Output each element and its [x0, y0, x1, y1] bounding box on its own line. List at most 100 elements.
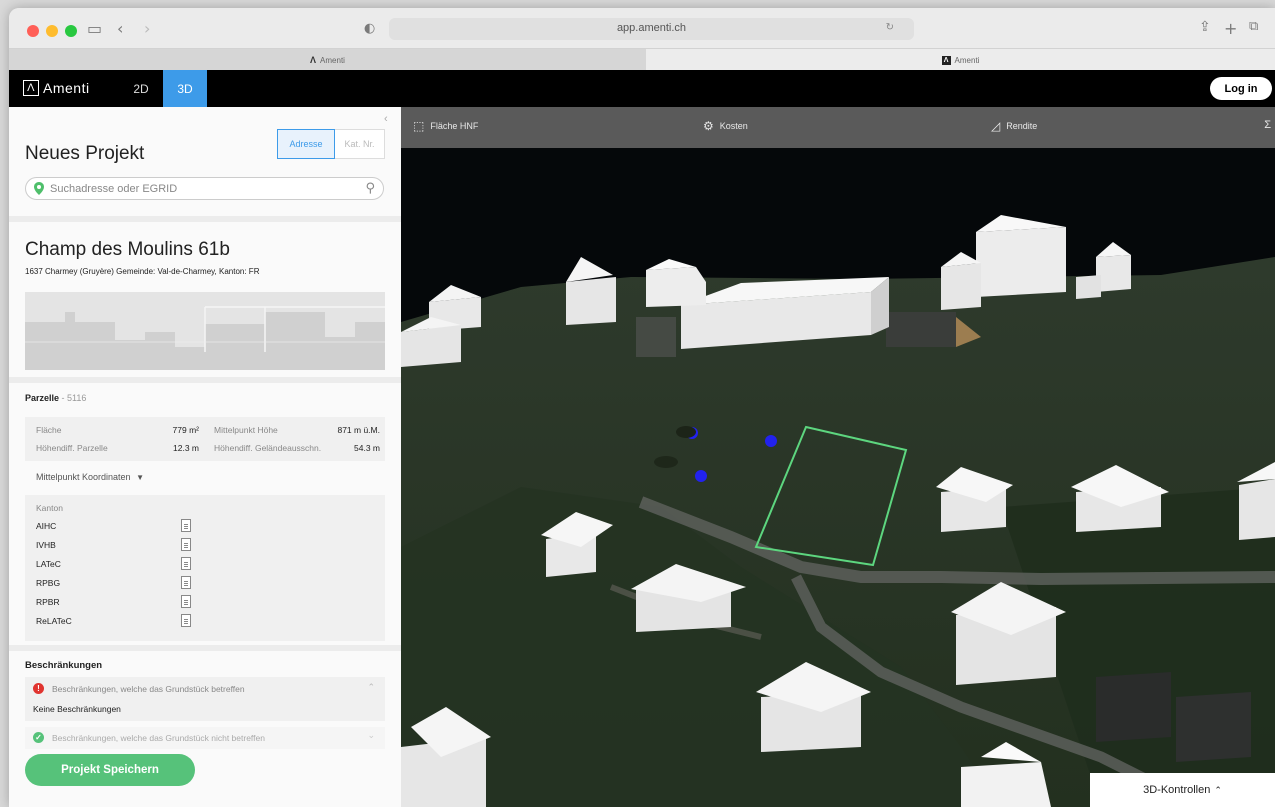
chevron-down-icon[interactable]: ⌄: [367, 730, 375, 741]
coordinates-toggle[interactable]: Mittelpunkt Koordinaten ▼: [36, 472, 144, 482]
browser-tab[interactable]: Λ Amenti: [646, 49, 1275, 71]
address-bar[interactable]: app.amenti.ch ↻: [389, 18, 914, 40]
toolbar-yield[interactable]: ◿ Rendite: [991, 119, 1037, 133]
address-search: ⚲: [25, 177, 384, 200]
area-icon: ⬚: [413, 119, 425, 133]
document-name: LATeC: [36, 559, 61, 569]
stat-label: Höhendiff. Geländeausschn.: [214, 443, 322, 453]
zoom-window-button[interactable]: [65, 25, 77, 37]
app-header: Λ Amenti 2D 3D Log in: [9, 70, 1275, 107]
section-divider: [9, 645, 401, 651]
share-icon[interactable]: ⇪: [1199, 19, 1211, 35]
stat-label: Höhendiff. Parzelle: [36, 443, 108, 453]
reload-icon[interactable]: ↻: [886, 22, 894, 33]
parcel-label: Parzelle: [25, 393, 60, 403]
document-name: AIHC: [36, 521, 57, 531]
page-title: Neues Projekt: [25, 143, 145, 164]
privacy-shield-icon[interactable]: ◐: [364, 21, 375, 36]
tab-title: Amenti: [320, 55, 345, 65]
no-restrictions-text: Keine Beschränkungen: [33, 704, 121, 714]
alert-icon: !: [33, 683, 44, 694]
map-3d-view[interactable]: ⬚ Fläche HNF ⚙ Kosten ◿ Rendite Σ 3D-Kon…: [401, 107, 1275, 807]
toolbar-area-label: Fläche HNF: [430, 121, 479, 131]
forward-icon[interactable]: ›: [144, 19, 150, 38]
browser-window: ▭ ‹ › ◐ app.amenti.ch ↻ ⇪ + ⧉ Λ Amenti Λ…: [9, 8, 1275, 807]
stat-label: Fläche: [36, 425, 62, 435]
browser-tab[interactable]: Λ Amenti: [9, 49, 646, 71]
sidebar-toggle-icon[interactable]: ▭: [87, 19, 102, 38]
kanton-label: Kanton: [36, 503, 63, 513]
mode-3d-tab[interactable]: 3D: [163, 70, 207, 107]
new-tab-icon[interactable]: +: [1224, 19, 1237, 38]
toolbar-cost[interactable]: ⚙ Kosten: [703, 119, 748, 133]
toolbar-cost-label: Kosten: [719, 121, 748, 131]
restrictions-not-affecting-label: Beschränkungen, welche das Grundstück ni…: [52, 733, 265, 743]
kanton-documents: [25, 495, 385, 641]
chevron-up-icon: ⌃: [1214, 784, 1222, 795]
project-sidebar: ‹ Neues Projekt Adresse Kat. Nr. ⚲ Champ…: [9, 107, 401, 807]
minimize-window-button[interactable]: [46, 25, 58, 37]
restrictions-heading: Beschränkungen: [25, 660, 103, 671]
document-name: RPBR: [36, 597, 60, 607]
url-text: app.amenti.ch: [616, 22, 687, 34]
check-icon: ✓: [33, 732, 44, 743]
login-button[interactable]: Log in: [1210, 77, 1272, 100]
restrictions-affecting-panel[interactable]: ! Beschränkungen, welche das Grundstück …: [25, 677, 385, 721]
section-divider: [9, 216, 401, 222]
restrictions-affecting-label: Beschränkungen, welche das Grundstück be…: [52, 684, 245, 694]
yield-icon: ◿: [991, 119, 1001, 133]
parcel-number: 5116: [67, 393, 87, 403]
document-icon[interactable]: [181, 538, 191, 551]
parcel-heading: Parzelle - 5116: [25, 393, 87, 403]
tab-overview-icon[interactable]: ⧉: [1249, 19, 1258, 34]
amenti-logo-icon: Λ: [23, 80, 39, 96]
chevron-down-icon: ▼: [136, 473, 144, 482]
close-window-button[interactable]: [27, 25, 39, 37]
section-divider: [9, 377, 401, 383]
document-icon[interactable]: [181, 576, 191, 589]
stat-value: 54.3 m: [354, 443, 380, 453]
toolbar-area[interactable]: ⬚ Fläche HNF: [413, 119, 478, 133]
document-icon[interactable]: [181, 614, 191, 627]
address-subtitle: 1637 Charmey (Gruyère) Gemeinde: Val-de-…: [25, 267, 260, 276]
terrain-3d-scene[interactable]: [401, 107, 1275, 807]
document-name: RPBG: [36, 578, 61, 588]
location-pin-icon: [34, 182, 44, 195]
tab-favicon-icon: Λ: [941, 55, 951, 65]
search-mode-toggle: Adresse Kat. Nr.: [277, 129, 385, 159]
chevron-up-icon[interactable]: ⌃: [367, 682, 375, 693]
tab-favicon-icon: Λ: [310, 55, 317, 65]
document-icon[interactable]: [181, 595, 191, 608]
brand-logo[interactable]: Λ Amenti: [23, 80, 90, 96]
analysis-toolbar: ⬚ Fläche HNF ⚙ Kosten ◿ Rendite Σ: [401, 107, 1275, 148]
back-icon[interactable]: ‹: [117, 19, 123, 38]
collapse-sidebar-icon[interactable]: ‹: [384, 113, 388, 125]
tab-bar: Λ Amenti Λ Amenti: [9, 48, 1275, 71]
document-icon[interactable]: [181, 519, 191, 532]
search-input[interactable]: [50, 181, 350, 197]
sum-icon[interactable]: Σ: [1264, 119, 1271, 131]
segment-kat-nr[interactable]: Kat. Nr.: [335, 129, 385, 159]
toolbar-yield-label: Rendite: [1006, 121, 1038, 131]
stat-value: 779 m²: [172, 425, 199, 435]
save-project-button[interactable]: Projekt Speichern: [25, 754, 195, 786]
brand-name: Amenti: [43, 80, 90, 96]
search-icon[interactable]: ⚲: [365, 181, 375, 196]
address-title: Champ des Moulins 61b: [25, 239, 230, 260]
tab-title: Amenti: [954, 55, 980, 65]
stat-value: 871 m ü.M.: [337, 425, 380, 435]
document-name: IVHB: [36, 540, 56, 550]
coordinates-label: Mittelpunkt Koordinaten: [36, 472, 131, 482]
3d-controls-label: 3D-Kontrollen: [1143, 784, 1211, 796]
3d-controls-toggle[interactable]: 3D-Kontrollen ⌃: [1090, 773, 1275, 807]
terrain-profile-image: [25, 292, 385, 370]
stat-label: Mittelpunkt Höhe: [214, 425, 278, 435]
browser-toolbar: ▭ ‹ › ◐ app.amenti.ch ↻ ⇪ + ⧉: [9, 8, 1275, 48]
stat-value: 12.3 m: [173, 443, 199, 453]
segment-adresse[interactable]: Adresse: [277, 129, 335, 159]
mode-2d-tab[interactable]: 2D: [119, 70, 163, 107]
restrictions-not-affecting-panel[interactable]: ✓ Beschränkungen, welche das Grundstück …: [25, 727, 385, 749]
document-icon[interactable]: [181, 557, 191, 570]
parcel-stats: Fläche 779 m² Mittelpunkt Höhe 871 m ü.M…: [25, 417, 385, 461]
cost-icon: ⚙: [703, 119, 714, 133]
